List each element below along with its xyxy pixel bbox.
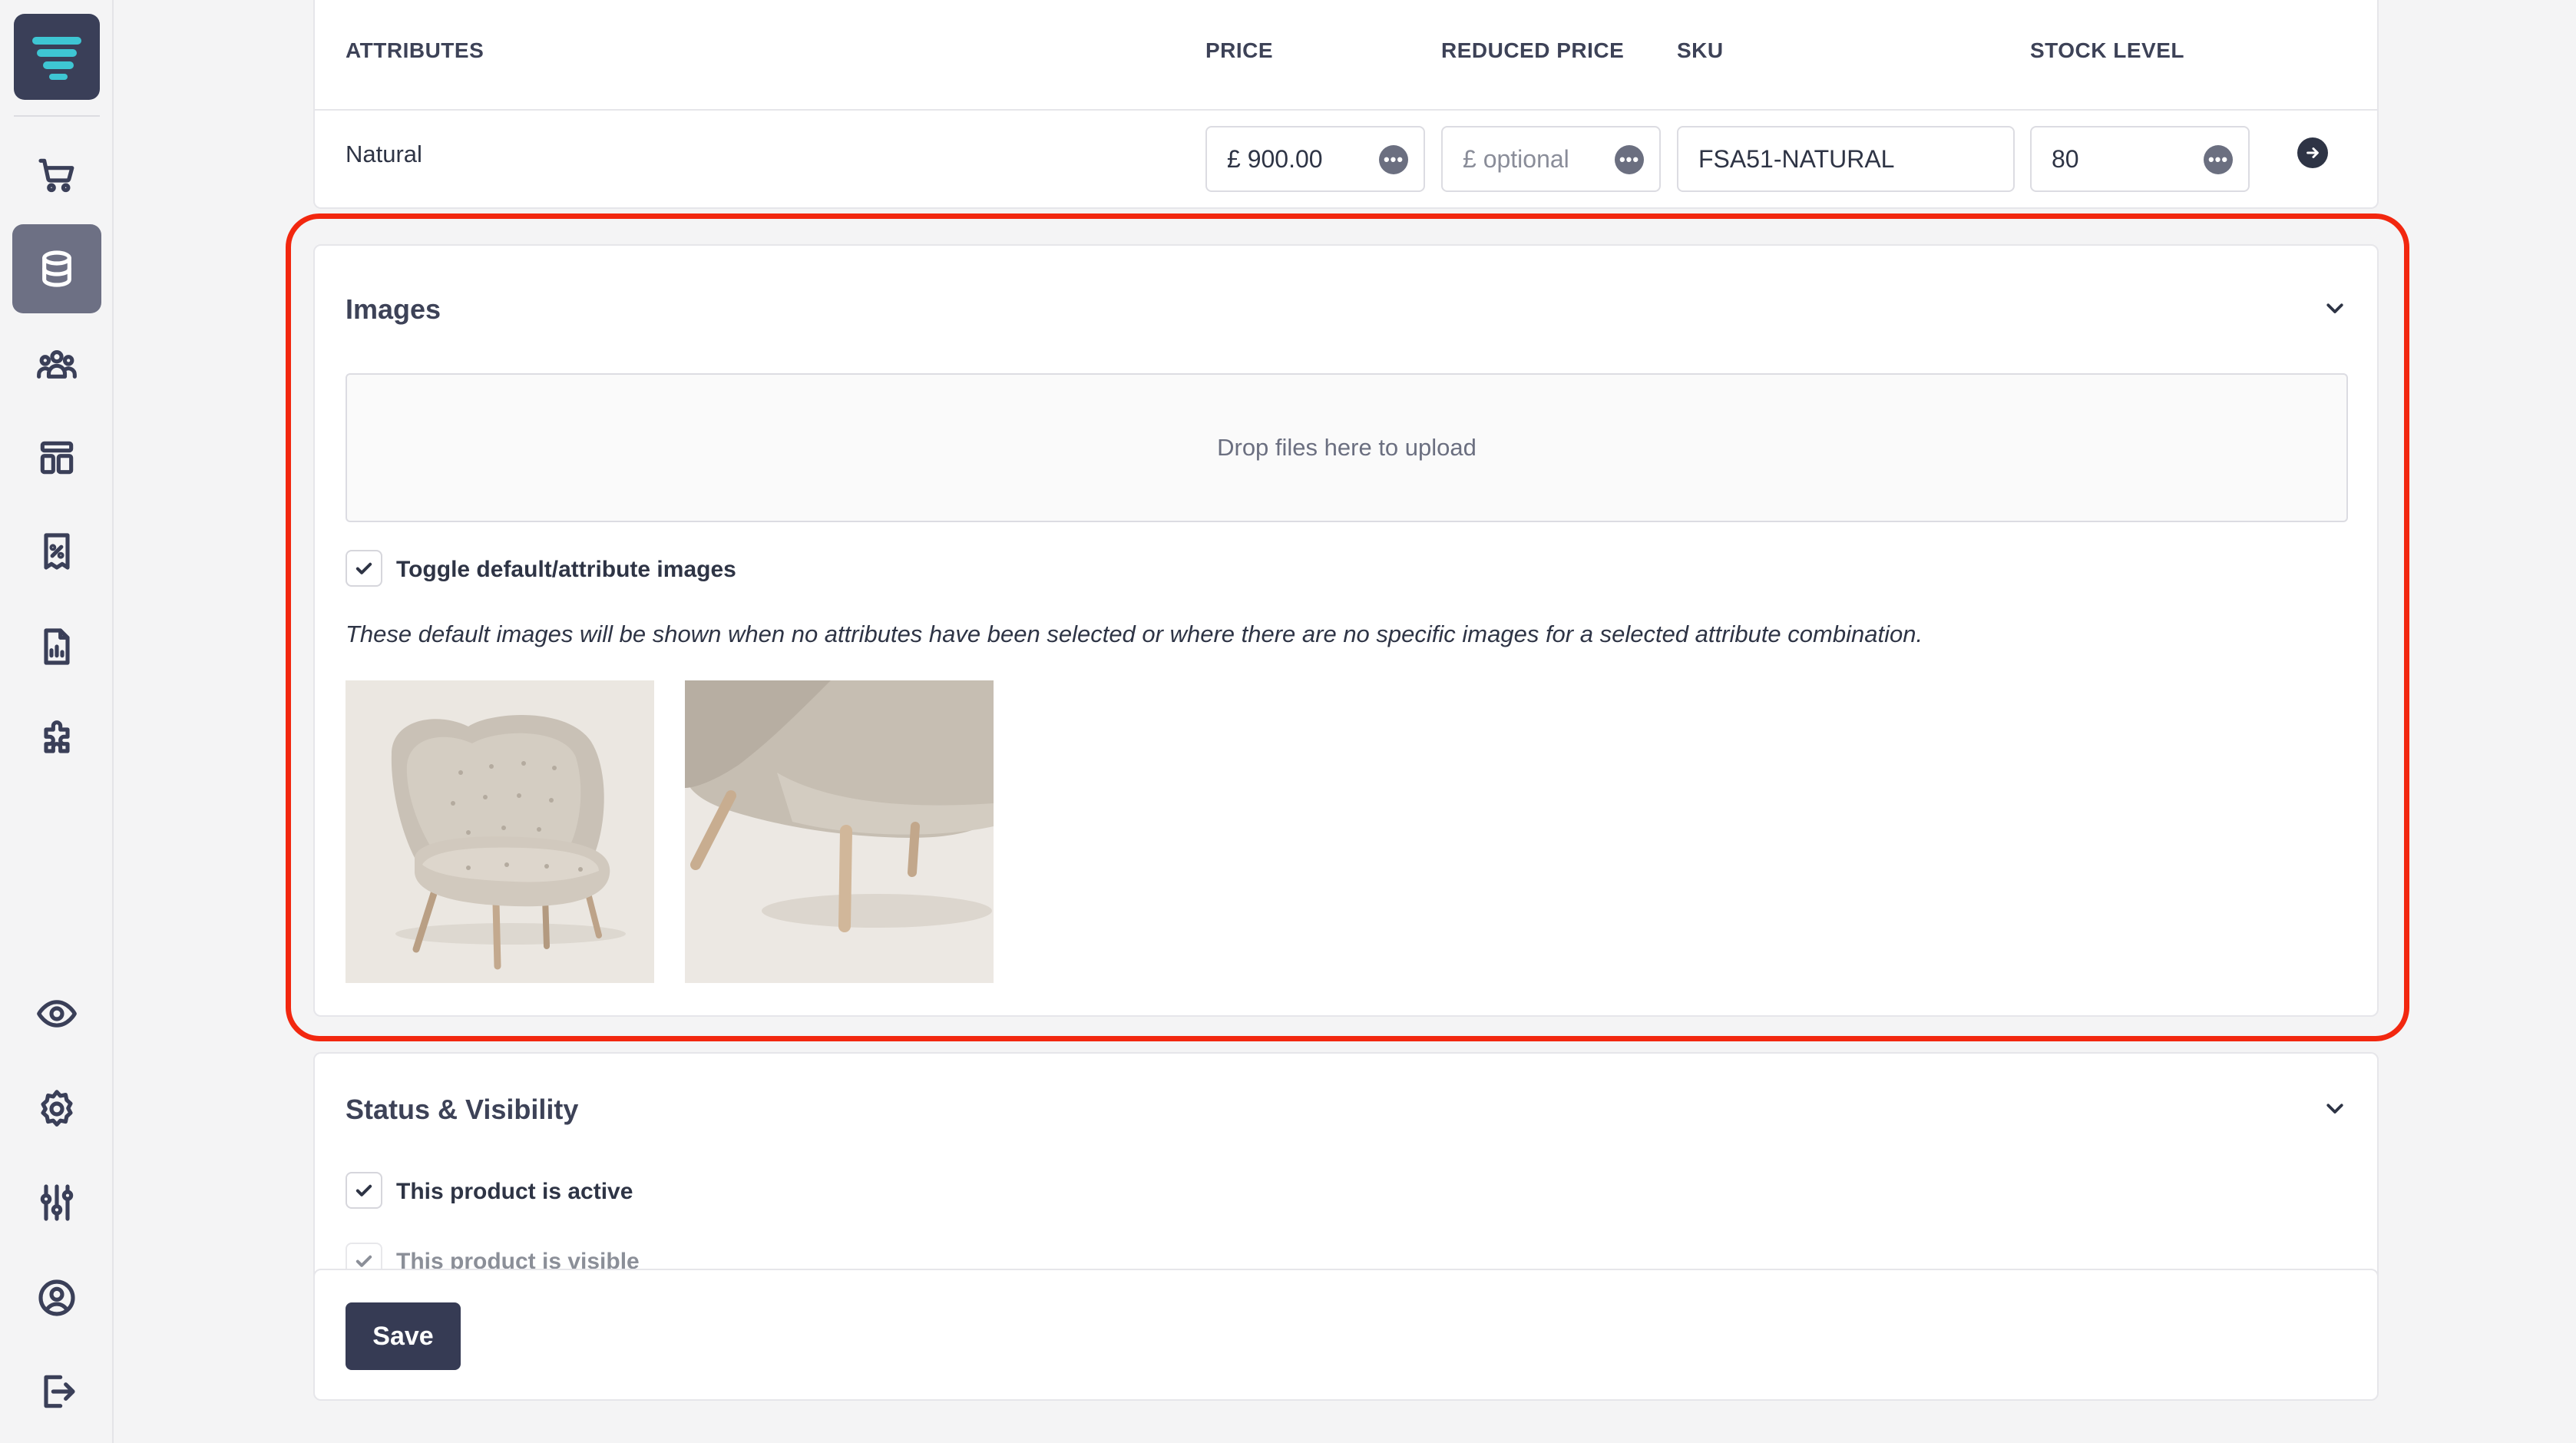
product-image-thumbnail[interactable] xyxy=(685,680,994,983)
arrow-right-circle-icon[interactable] xyxy=(2297,137,2328,168)
cart-icon xyxy=(38,158,74,193)
stock-level-value: 80 xyxy=(2052,144,2079,173)
nav-orders[interactable] xyxy=(12,131,101,220)
product-active-label[interactable]: This product is active xyxy=(396,1179,633,1205)
save-bar: Save xyxy=(313,1269,2379,1401)
stock-options-icon[interactable]: ••• xyxy=(2204,145,2233,174)
product-active-checkbox[interactable] xyxy=(346,1172,382,1209)
table-divider xyxy=(315,109,2377,111)
column-header-sku: SKU xyxy=(1677,38,1724,62)
armchair-detail-image xyxy=(685,680,994,983)
reduced-price-placeholder: optional xyxy=(1483,144,1569,173)
chevron-down-icon[interactable] xyxy=(2323,1097,2346,1120)
check-icon xyxy=(355,1184,372,1196)
app-logo[interactable] xyxy=(14,14,100,100)
variants-table: ATTRIBUTES PRICE REDUCED PRICE SKU STOCK… xyxy=(313,0,2379,209)
toggle-default-images-label[interactable]: Toggle default/attribute images xyxy=(396,557,736,583)
puzzle-icon xyxy=(44,720,70,753)
gear-icon xyxy=(41,1090,73,1127)
logo-mark-icon xyxy=(32,37,81,80)
price-input[interactable]: £ 900.00 ••• xyxy=(1205,126,1425,192)
nav-reports[interactable] xyxy=(12,602,101,691)
currency-symbol: £ xyxy=(1227,144,1241,173)
variant-attribute: Natural xyxy=(346,141,422,167)
column-header-stock-level: STOCK LEVEL xyxy=(2030,38,2185,62)
nav-extensions[interactable] xyxy=(12,696,101,785)
nav-settings[interactable] xyxy=(12,1064,101,1153)
image-dropzone[interactable]: Drop files here to upload xyxy=(346,373,2348,522)
sidebar-divider xyxy=(14,115,100,117)
dropzone-text: Drop files here to upload xyxy=(1217,434,1476,461)
price-options-icon[interactable]: ••• xyxy=(1379,145,1408,174)
nav-view-store[interactable] xyxy=(12,969,101,1058)
images-title: Images xyxy=(346,293,441,325)
sliders-icon xyxy=(40,1184,74,1221)
receipt-percent-icon xyxy=(44,533,70,570)
nav-products[interactable] xyxy=(12,224,101,313)
currency-symbol: £ xyxy=(1463,144,1476,173)
sidebar xyxy=(0,0,114,1443)
users-icon xyxy=(37,350,77,379)
check-icon xyxy=(355,562,372,574)
images-panel: Images Drop files here to upload Toggle … xyxy=(313,244,2379,1017)
reduced-price-input[interactable]: £ optional ••• xyxy=(1441,126,1661,192)
database-icon xyxy=(42,250,71,287)
report-icon xyxy=(44,628,70,665)
save-button[interactable]: Save xyxy=(346,1302,461,1370)
armchair-image xyxy=(346,680,654,983)
logout-icon xyxy=(44,1375,75,1408)
user-circle-icon xyxy=(38,1279,75,1316)
price-value: 900.00 xyxy=(1247,144,1323,173)
default-images-note: These default images will be shown when … xyxy=(346,621,1923,647)
product-image-thumbnail[interactable] xyxy=(346,680,654,983)
nav-discounts[interactable] xyxy=(12,507,101,596)
column-header-attributes: ATTRIBUTES xyxy=(346,38,484,62)
reduced-price-options-icon[interactable]: ••• xyxy=(1615,145,1644,174)
status-visibility-title: Status & Visibility xyxy=(346,1094,579,1125)
nav-customers[interactable] xyxy=(12,319,101,409)
column-header-reduced-price: REDUCED PRICE xyxy=(1441,38,1625,62)
eye-icon xyxy=(37,1000,77,1028)
stock-level-input[interactable]: 80 ••• xyxy=(2030,126,2250,192)
sku-value: FSA51-NATURAL xyxy=(1698,144,1895,173)
nav-content[interactable] xyxy=(12,413,101,502)
nav-account[interactable] xyxy=(12,1253,101,1342)
column-header-price: PRICE xyxy=(1205,38,1274,62)
nav-logout[interactable] xyxy=(12,1347,101,1436)
status-visibility-panel: Status & Visibility This product is acti… xyxy=(313,1052,2379,1282)
toggle-default-images-checkbox[interactable] xyxy=(346,550,382,587)
sku-input[interactable]: FSA51-NATURAL xyxy=(1677,126,2015,192)
nav-preferences[interactable] xyxy=(12,1158,101,1247)
layout-icon xyxy=(40,441,74,475)
chevron-down-icon[interactable] xyxy=(2323,296,2346,319)
